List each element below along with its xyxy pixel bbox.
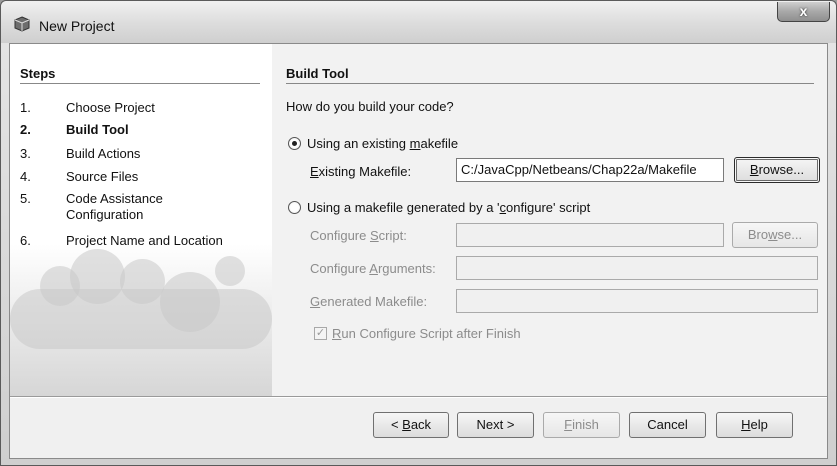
build-tool-panel: Build Tool How do you build your code? U… bbox=[272, 44, 827, 396]
window-title: New Project bbox=[39, 18, 115, 34]
back-button[interactable]: < Back bbox=[373, 412, 449, 438]
configure-arguments-label: Configure Arguments: bbox=[310, 261, 436, 276]
existing-makefile-field[interactable]: C:/JavaCpp/Netbeans/Chap22a/Makefile bbox=[456, 158, 724, 182]
step-label: Choose Project bbox=[66, 100, 155, 115]
configure-arguments-field[interactable] bbox=[456, 256, 818, 280]
decorative-bubble bbox=[215, 256, 245, 286]
title-bar[interactable]: New Project x bbox=[1, 1, 836, 43]
steps-divider bbox=[20, 83, 260, 84]
step-number: 2. bbox=[20, 122, 31, 137]
step-label: Build Actions bbox=[66, 146, 141, 161]
step-number: 4. bbox=[20, 169, 31, 184]
run-configure-option[interactable]: ✓ Run Configure Script after Finish bbox=[314, 326, 521, 341]
existing-makefile-option[interactable]: Using an existing makefile bbox=[288, 136, 458, 151]
browse-configure-script-button[interactable]: Browse... bbox=[732, 222, 818, 248]
cancel-button[interactable]: Cancel bbox=[629, 412, 706, 438]
existing-makefile-label: Existing Makefile: bbox=[310, 164, 412, 179]
close-icon: x bbox=[799, 3, 808, 19]
steps-heading: Steps bbox=[20, 66, 56, 81]
step-number: 6. bbox=[20, 233, 31, 248]
step-label: Source Files bbox=[66, 169, 139, 184]
configure-script-option[interactable]: Using a makefile generated by a 'configu… bbox=[288, 200, 590, 215]
configure-script-option-label: Using a makefile generated by a 'configu… bbox=[307, 200, 591, 215]
configure-script-radio[interactable] bbox=[288, 201, 301, 214]
configure-script-label: Configure Script: bbox=[310, 228, 407, 243]
step-number: 3. bbox=[20, 146, 31, 161]
close-button[interactable]: x bbox=[777, 2, 830, 22]
step-number: 5. bbox=[20, 191, 31, 206]
step-label: Build Tool bbox=[66, 122, 129, 137]
new-project-dialog: New Project x Steps 1. Choose Project 2.… bbox=[0, 0, 837, 466]
step-number: 1. bbox=[20, 100, 31, 115]
netbeans-app-icon bbox=[14, 16, 30, 32]
browse-makefile-button[interactable]: Browse... bbox=[734, 157, 820, 183]
build-question: How do you build your code? bbox=[286, 99, 454, 114]
existing-makefile-option-label: Using an existing makefile bbox=[307, 136, 459, 151]
existing-makefile-radio[interactable] bbox=[288, 137, 301, 150]
help-button[interactable]: Help bbox=[716, 412, 793, 438]
run-configure-label: Run Configure Script after Finish bbox=[332, 326, 521, 341]
finish-button[interactable]: Finish bbox=[543, 412, 620, 438]
panel-heading: Build Tool bbox=[286, 66, 349, 81]
button-bar: < Back Next > Finish Cancel Help bbox=[10, 398, 827, 458]
configure-script-field[interactable] bbox=[456, 223, 724, 247]
run-configure-checkbox[interactable]: ✓ bbox=[314, 327, 327, 340]
step-label: Project Name and Location bbox=[66, 233, 223, 248]
dialog-body: Steps 1. Choose Project 2. Build Tool 3.… bbox=[9, 43, 828, 459]
step-label: Code Assistance Configuration bbox=[66, 191, 163, 222]
steps-panel: Steps 1. Choose Project 2. Build Tool 3.… bbox=[10, 44, 272, 396]
generated-makefile-label: Generated Makefile: bbox=[310, 294, 428, 309]
next-button[interactable]: Next > bbox=[457, 412, 534, 438]
generated-makefile-field[interactable] bbox=[456, 289, 818, 313]
decorative-bubble bbox=[10, 289, 272, 349]
panel-divider bbox=[286, 83, 814, 84]
